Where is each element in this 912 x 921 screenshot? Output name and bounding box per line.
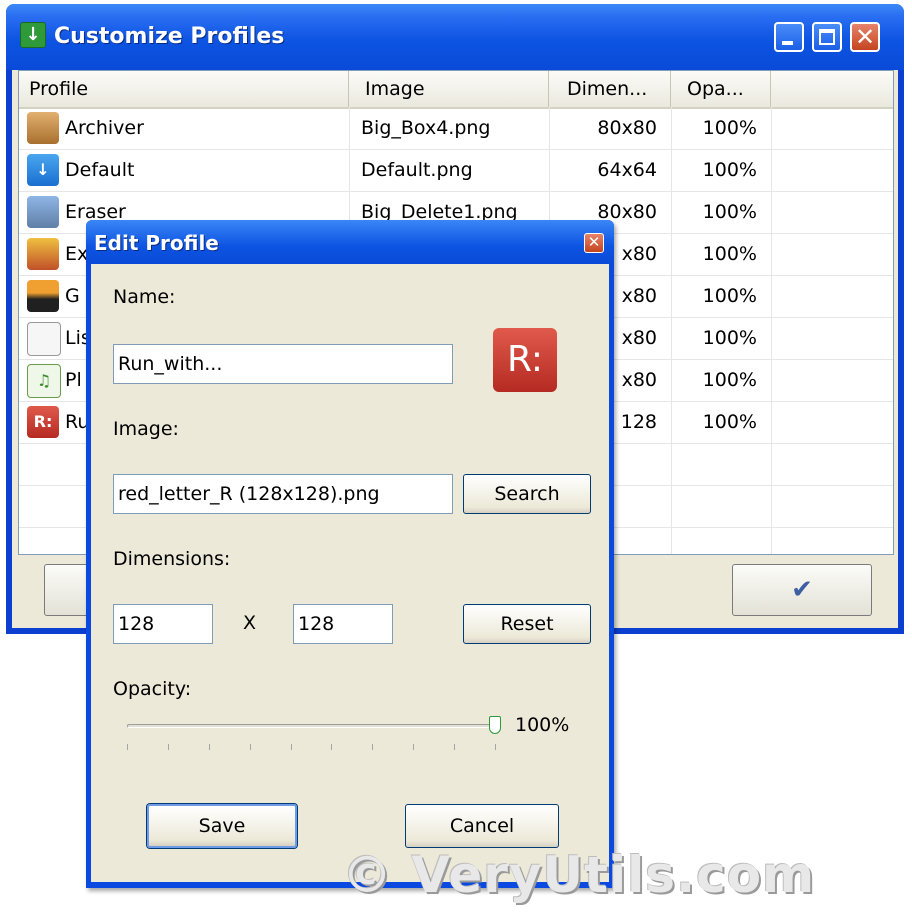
slider-thumb[interactable] <box>489 716 501 734</box>
down-arrow-icon: ↓ <box>27 154 59 186</box>
opacity-cell: 100% <box>702 243 757 265</box>
dialog-title: Edit Profile <box>94 231 219 255</box>
package-icon <box>27 238 59 270</box>
slider-tick <box>372 744 374 750</box>
width-field[interactable]: 128 <box>113 604 213 644</box>
opacity-value: 100% <box>515 714 570 736</box>
opacity-cell: 100% <box>702 117 757 139</box>
times-label: X <box>243 612 257 634</box>
opacity-cell: 100% <box>702 369 757 391</box>
column-header-image[interactable]: Image <box>349 71 549 107</box>
dimensions-value: 80x80 <box>597 117 657 139</box>
dialog-titlebar[interactable]: Edit Profile ✕ <box>86 220 614 264</box>
dimensions-value: 64x64 <box>597 159 657 181</box>
image-field[interactable]: red_letter_R (128x128).png <box>113 474 453 514</box>
shredder-icon <box>27 196 59 228</box>
profile-image-preview: R: <box>493 328 557 392</box>
opacity-label: Opacity: <box>113 678 192 700</box>
maximize-icon <box>819 29 835 45</box>
slider-tick <box>454 744 456 750</box>
opacity-cell: 100% <box>702 411 757 433</box>
image-label: Image: <box>113 418 179 440</box>
window-title: Customize Profiles <box>54 24 285 49</box>
height-field[interactable]: 128 <box>293 604 393 644</box>
box-icon <box>27 112 59 144</box>
column-header-opacity[interactable]: Opa... <box>671 71 771 107</box>
slider-tick <box>127 744 128 750</box>
opacity-cell: 100% <box>702 201 757 223</box>
opacity-cell: 100% <box>702 159 757 181</box>
picture-icon <box>27 280 59 312</box>
slider-tick <box>249 744 251 750</box>
minimize-icon <box>782 41 793 45</box>
close-button[interactable]: ✕ <box>850 22 880 52</box>
profile-name: Archiver <box>65 117 144 139</box>
r-logo-icon: R: <box>506 339 544 380</box>
list-item[interactable]: Archiver Big_Box4.png 80x80 100% <box>19 107 893 150</box>
edit-profile-dialog: Edit Profile ✕ Name: Run_with... R: Imag… <box>86 220 614 888</box>
dialog-body: Name: Run_with... R: Image: red_letter_R… <box>91 264 609 882</box>
close-icon: ✕ <box>854 23 876 51</box>
search-button[interactable]: Search <box>463 474 591 514</box>
minimize-button[interactable] <box>774 22 804 52</box>
slider-track[interactable] <box>127 724 495 728</box>
name-label: Name: <box>113 286 176 308</box>
name-field[interactable]: Run_with... <box>113 344 453 384</box>
slider-tick <box>413 744 415 750</box>
save-button[interactable]: Save <box>147 804 297 848</box>
reset-button[interactable]: Reset <box>463 604 591 644</box>
slider-tick <box>208 744 210 750</box>
list-item[interactable]: ↓ Default Default.png 64x64 100% <box>19 149 893 192</box>
ok-button[interactable]: ✔ <box>732 564 872 616</box>
window-titlebar[interactable]: ↓ Customize Profiles ✕ <box>6 4 904 70</box>
slider-tick <box>331 744 333 750</box>
image-filename: Big_Box4.png <box>361 117 491 139</box>
maximize-button[interactable] <box>812 22 842 52</box>
music-note-icon: ♫ <box>27 364 61 398</box>
document-icon <box>27 322 61 356</box>
red-r-icon: R: <box>27 406 59 438</box>
watermark: © VeryUtils.com <box>342 846 816 904</box>
checkmark-icon: ✔ <box>791 575 813 605</box>
column-header-profile[interactable]: Profile <box>19 71 349 107</box>
image-filename: Default.png <box>361 159 473 181</box>
opacity-cell: 100% <box>702 285 757 307</box>
profile-name: Default <box>65 159 135 181</box>
list-header: Profile Image Dimen... Opa... <box>19 71 893 109</box>
app-icon: ↓ <box>20 22 46 48</box>
cancel-button[interactable]: Cancel <box>405 804 559 848</box>
opacity-cell: 100% <box>702 327 757 349</box>
slider-tick <box>495 744 496 750</box>
slider-tick <box>167 744 169 750</box>
column-header-dimensions[interactable]: Dimen... <box>549 71 671 107</box>
slider-tick <box>290 744 292 750</box>
dialog-close-button[interactable]: ✕ <box>584 233 604 253</box>
close-icon: ✕ <box>587 233 601 251</box>
dimensions-label: Dimensions: <box>113 548 231 570</box>
